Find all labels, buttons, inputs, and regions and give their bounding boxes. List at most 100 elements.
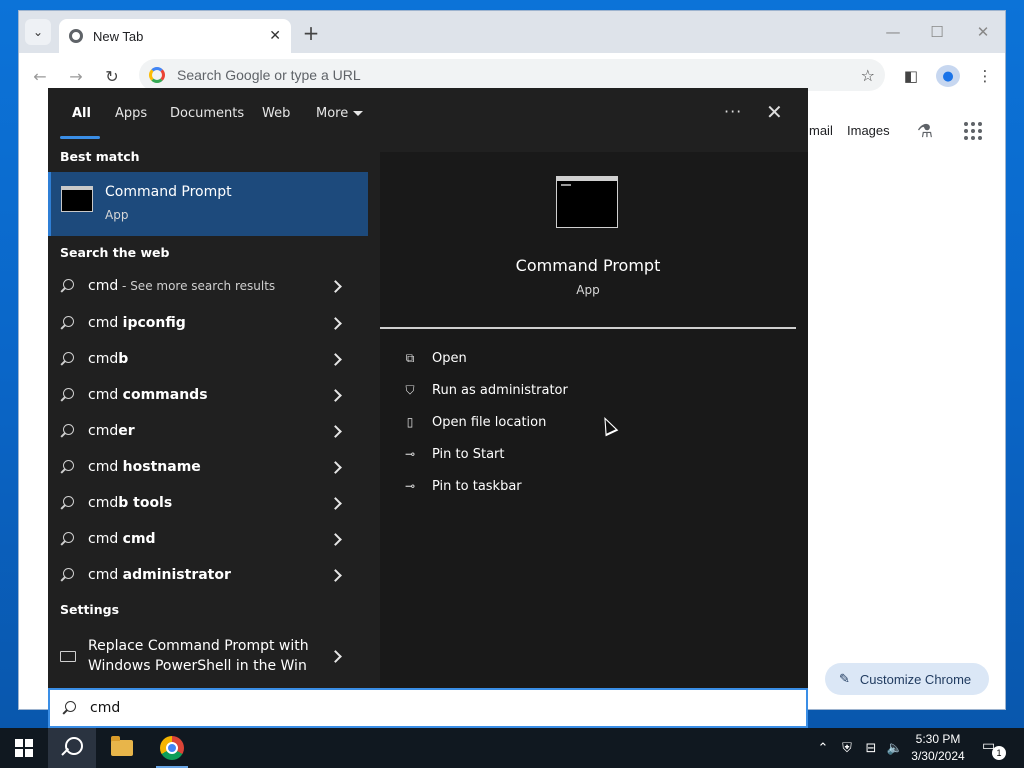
close-tab-icon[interactable]: ✕ (269, 28, 281, 44)
customize-chrome-button[interactable]: ✎ Customize Chrome (825, 663, 989, 695)
web-result[interactable]: cmd - See more search results (48, 268, 368, 304)
query-text: cmd (88, 531, 123, 547)
menu-icon[interactable]: ⋮ (973, 65, 997, 87)
close-icon[interactable]: ✕ (766, 100, 783, 124)
start-button[interactable] (0, 728, 48, 768)
search-icon (60, 460, 74, 474)
search-icon (60, 424, 74, 438)
web-result[interactable]: cmdb tools (48, 485, 368, 521)
web-result[interactable]: cmd hostname (48, 449, 368, 485)
search-icon (60, 568, 74, 582)
web-result-text: cmdb (88, 351, 331, 367)
tab-new-tab[interactable]: New Tab ✕ (59, 19, 291, 53)
web-result[interactable]: cmd commands (48, 377, 368, 413)
start-search-panel: All Apps Documents Web More ··· ✕ Best m… (48, 88, 808, 688)
action-pin-to-taskbar[interactable]: ⊸ Pin to taskbar (402, 476, 522, 496)
suggestion-text: cmd (122, 531, 156, 547)
clock[interactable]: 5:30 PM 3/30/2024 (906, 731, 970, 765)
tab-web[interactable]: Web (262, 106, 290, 121)
web-result[interactable]: cmdb (48, 341, 368, 377)
date: 3/30/2024 (911, 749, 965, 763)
web-result[interactable]: cmd ipconfig (48, 305, 368, 341)
search-icon (62, 701, 76, 715)
maximize-button[interactable]: ☐ (921, 19, 953, 45)
gmail-link[interactable]: mail (809, 123, 833, 138)
action-open-file-location[interactable]: ▯ Open file location (402, 412, 547, 432)
file-location-icon: ▯ (406, 415, 414, 429)
search-filter-tabs: All Apps Documents Web More ··· ✕ (48, 88, 808, 140)
images-link[interactable]: Images (847, 123, 890, 138)
chevron-right-icon (329, 279, 342, 293)
customize-label: Customize Chrome (859, 671, 972, 687)
action-pin-to-start[interactable]: ⊸ Pin to Start (402, 444, 505, 464)
side-panel-icon[interactable]: ◧ (899, 65, 923, 87)
search-icon (60, 388, 74, 402)
search-input[interactable] (90, 700, 806, 716)
search-icon (60, 279, 74, 293)
chrome-taskbar-button[interactable] (148, 728, 196, 768)
preview-pane: Command Prompt App ⧉ Open ⛉ Run as admin… (380, 152, 808, 688)
pencil-icon: ✎ (839, 671, 850, 686)
query-text: cmd (88, 495, 119, 511)
command-prompt-icon (61, 186, 93, 212)
time: 5:30 PM (915, 732, 961, 746)
tab-documents[interactable]: Documents (170, 106, 244, 121)
web-result-text: cmd - See more search results (88, 278, 331, 294)
action-open[interactable]: ⧉ Open (402, 348, 467, 368)
google-icon (149, 67, 165, 83)
search-tabs-icon[interactable]: ⌄ (25, 19, 51, 45)
command-prompt-icon (556, 176, 618, 228)
file-explorer-button[interactable] (98, 728, 146, 768)
chevron-right-icon (329, 460, 342, 474)
windows-icon (15, 739, 33, 757)
preview-subtitle: App (576, 283, 600, 297)
suggestion-text: commands (122, 387, 208, 403)
apps-icon[interactable] (961, 119, 985, 143)
more-options-icon[interactable]: ··· (724, 102, 742, 121)
back-button[interactable]: ← (27, 63, 53, 89)
web-result-text: cmder (88, 423, 331, 439)
settings-result-text: Replace Command Prompt with Windows Powe… (88, 636, 331, 676)
web-result[interactable]: cmder (48, 413, 368, 449)
chevron-right-icon (329, 316, 342, 330)
action-label: Run as administrator (432, 382, 568, 398)
tab-more[interactable]: More (316, 106, 364, 121)
star-icon[interactable]: ☆ (861, 66, 875, 85)
omnibox[interactable]: Search Google or type a URL ☆ (139, 59, 885, 91)
volume-icon[interactable]: 🔈 (886, 738, 904, 758)
tab-all[interactable]: All (72, 106, 91, 121)
query-text: cmd (88, 278, 119, 294)
query-text: cmd (88, 351, 119, 367)
web-result-text: cmd administrator (88, 567, 331, 583)
chevron-right-icon (329, 496, 342, 510)
web-result[interactable]: cmd administrator (48, 557, 368, 593)
search-button[interactable] (48, 728, 96, 768)
chrome-icon (160, 736, 184, 760)
settings-heading: Settings (60, 602, 120, 617)
web-result-hint: - See more search results (118, 279, 276, 293)
network-icon[interactable]: ⊟ (862, 738, 880, 758)
settings-line1: Replace Command Prompt with (88, 638, 309, 654)
minimize-button[interactable]: — (877, 19, 909, 45)
action-label: Pin to Start (432, 446, 505, 462)
chevron-right-icon (329, 649, 342, 663)
chevron-right-icon (329, 388, 342, 402)
tab-apps[interactable]: Apps (115, 106, 147, 121)
chevron-up-icon[interactable]: ⌃ (814, 738, 832, 758)
profile-icon[interactable]: ● (936, 65, 960, 87)
search-icon (61, 737, 83, 759)
security-icon[interactable]: ⛨ (838, 738, 856, 758)
forward-button[interactable]: → (63, 63, 89, 89)
labs-icon[interactable]: ⚗ (913, 119, 937, 143)
best-match-item[interactable]: Command Prompt App (48, 172, 368, 236)
close-window-button[interactable]: ✕ (967, 19, 999, 45)
taskbar: ⌃ ⛨ ⊟ 🔈 5:30 PM 3/30/2024 ▭ 1 (0, 728, 1024, 768)
web-result[interactable]: cmd cmd (48, 521, 368, 557)
search-box[interactable] (48, 688, 808, 728)
new-tab-button[interactable]: + (299, 21, 323, 45)
reload-button[interactable]: ↻ (99, 63, 125, 89)
divider (380, 327, 796, 329)
suggestion-text: b tools (118, 495, 173, 511)
action-run-as-administrator[interactable]: ⛉ Run as administrator (402, 380, 568, 400)
settings-result[interactable]: Replace Command Prompt with Windows Powe… (48, 632, 368, 680)
